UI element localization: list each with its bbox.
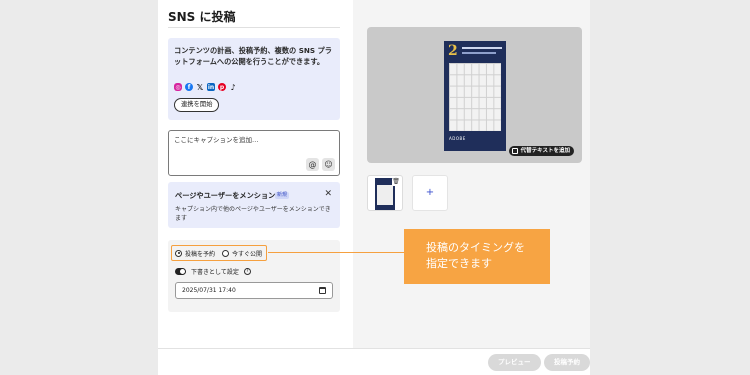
- mention-title: ページやユーザーをメンション: [175, 191, 276, 200]
- datetime-input[interactable]: 2025/07/31 17:40: [175, 282, 333, 299]
- thumbnail-calendar: [377, 185, 393, 205]
- new-badge: 新規: [275, 192, 290, 199]
- callout-connector: [268, 251, 405, 253]
- tiktok-icon: ♪: [230, 82, 236, 92]
- alt-text-button[interactable]: 代替テキストを追加: [508, 146, 574, 156]
- publish-now-radio-label[interactable]: 今すぐ公開: [232, 249, 262, 258]
- poster-subheading: [462, 52, 496, 54]
- callout-box: 投稿のタイミングを指定できます: [404, 229, 550, 284]
- title-divider: [168, 27, 340, 28]
- poster-footer: ADOBE: [449, 136, 466, 141]
- media-thumbnail[interactable]: 🗑: [367, 175, 403, 211]
- callout-text: 投稿のタイミングを指定できます: [426, 241, 525, 270]
- poster-calendar-grid: [449, 63, 501, 131]
- poster-calendar: [449, 63, 501, 131]
- mention-tip-card: ページやユーザーをメンション 新規 ✕ キャプション内で他のページやユーザーをメ…: [168, 182, 340, 228]
- poster-number: 2: [448, 43, 458, 59]
- add-media-button[interactable]: +: [412, 175, 448, 211]
- draft-toggle[interactable]: [175, 268, 186, 275]
- schedule-radio[interactable]: [175, 249, 182, 257]
- connect-button[interactable]: 連携を開始: [174, 98, 220, 112]
- schedule-radio-label[interactable]: 投稿を予約: [185, 249, 215, 258]
- calendar-poster-image: 2 ADOBE: [444, 41, 506, 151]
- mention-at-icon[interactable]: @: [306, 158, 319, 171]
- caption-field[interactable]: @ ☺: [168, 130, 340, 176]
- alt-text-icon: [511, 148, 518, 154]
- media-preview: 2 ADOBE 代替テキストを追加: [367, 27, 582, 163]
- publish-now-radio[interactable]: [222, 249, 229, 257]
- facebook-icon: f: [185, 83, 193, 91]
- datetime-value: 2025/07/31 17:40: [182, 287, 236, 294]
- emoji-icon[interactable]: ☺: [322, 158, 335, 171]
- alt-text-label: 代替テキストを追加: [520, 148, 570, 154]
- calendar-icon[interactable]: [319, 287, 326, 294]
- publish-mode-group: 投稿を予約 今すぐ公開: [171, 245, 267, 261]
- intro-card: コンテンツの計画、投稿予約、複数の SNS プラットフォームへの公開を行うことが…: [168, 38, 340, 120]
- intro-text: コンテンツの計画、投稿予約、複数の SNS プラットフォームへの公開を行うことが…: [174, 46, 332, 66]
- caption-input[interactable]: [174, 136, 334, 144]
- trash-icon[interactable]: 🗑: [392, 178, 400, 186]
- draft-row: 下書きとして設定 ?: [175, 267, 251, 276]
- mention-description: キャプション内で他のページやユーザーをメンションできます: [175, 206, 331, 222]
- instagram-icon: ◎: [174, 83, 182, 91]
- page-title: SNS に投稿: [168, 10, 236, 24]
- x-icon: 𝕏: [196, 82, 204, 92]
- poster-heading: [462, 47, 502, 49]
- close-icon[interactable]: ✕: [324, 189, 332, 199]
- linkedin-icon: in: [207, 83, 215, 91]
- draft-label: 下書きとして設定: [191, 269, 239, 276]
- help-icon[interactable]: ?: [243, 268, 251, 275]
- platform-icons: ◎ f 𝕏 in p ♪: [174, 82, 237, 92]
- schedule-post-button[interactable]: 投稿予約: [544, 354, 590, 371]
- pinterest-icon: p: [218, 83, 226, 91]
- preview-button[interactable]: プレビュー: [488, 354, 541, 371]
